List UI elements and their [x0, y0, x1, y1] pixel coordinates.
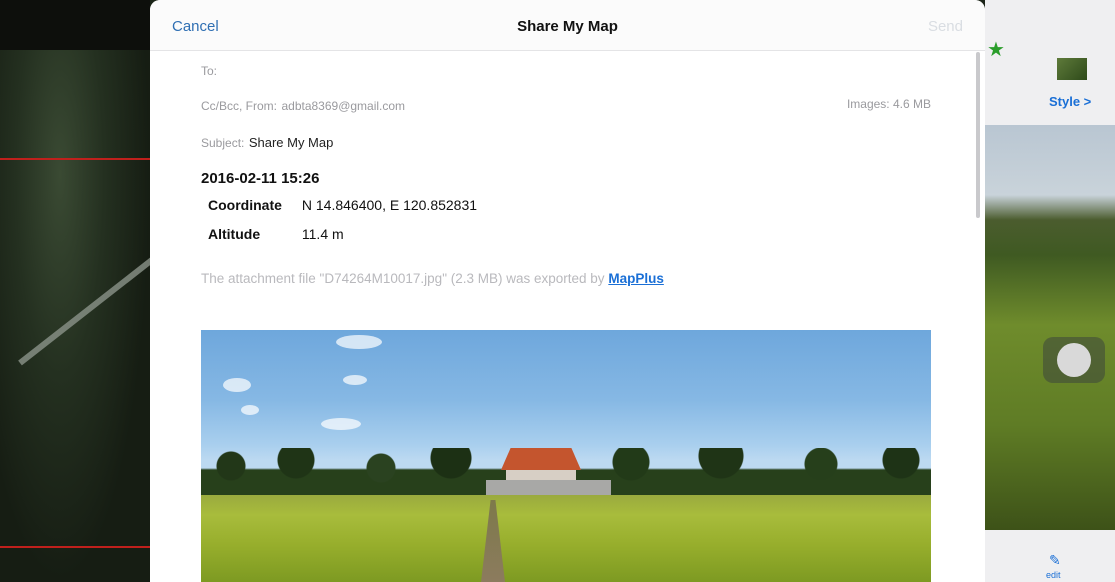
maplus-link[interactable]: MapPlus	[608, 271, 664, 286]
attachment-note-text: The attachment file "D74264M10017.jpg" (…	[201, 271, 605, 286]
background-bottom-bar: ✎ edit	[985, 530, 1115, 582]
images-size-indicator[interactable]: Images: 4.6 MB	[847, 97, 931, 111]
star-icon[interactable]: ★	[987, 40, 1005, 60]
attachment-note: The attachment file "D74264M10017.jpg" (…	[201, 271, 664, 286]
images-label: Images:	[846, 97, 890, 111]
compose-title: Share My Map	[517, 18, 618, 35]
from-email: adbta8369@gmail.com	[281, 99, 406, 113]
cc-from-field[interactable]: Cc/Bcc, From: adbta8369@gmail.com	[201, 97, 405, 115]
edit-button[interactable]: edit	[1046, 570, 1061, 580]
date-heading: 2016-02-11 15:26	[201, 170, 320, 187]
coordinate-label: Coordinate	[208, 197, 282, 213]
toggle-switch[interactable]	[1043, 337, 1105, 383]
cloud	[241, 405, 259, 415]
house-annex	[486, 480, 611, 496]
coordinate-value: N 14.846400, E 120.852831	[301, 197, 478, 213]
subject-label: Subject:	[201, 136, 245, 150]
cloud	[223, 378, 251, 392]
route-line	[0, 546, 150, 548]
altitude-value: 11.4 m	[301, 226, 344, 242]
coordinate-row: Coordinate N 14.846400, E 120.852831	[208, 197, 477, 213]
rice-field	[201, 495, 931, 582]
background-toolbar: ★ Style >	[985, 0, 1115, 125]
background-photo	[985, 125, 1115, 530]
pencil-icon[interactable]: ✎	[1049, 552, 1061, 569]
cc-from-label: Cc/Bcc, From:	[201, 99, 278, 113]
altitude-row: Altitude 11.4 m	[208, 226, 344, 242]
compose-navbar: Cancel Share My Map Send	[150, 0, 985, 51]
images-size: 4.6 MB	[892, 97, 931, 111]
cloud	[321, 418, 361, 430]
to-label: To:	[201, 64, 218, 78]
house-roof	[501, 448, 581, 470]
attached-photo[interactable]	[201, 330, 931, 582]
map-background	[0, 0, 164, 582]
mail-compose-sheet: Cancel Share My Map Send To: Cc/Bcc, Fro…	[150, 0, 985, 582]
route-line	[0, 158, 150, 160]
cloud	[343, 375, 367, 385]
style-button[interactable]: Style >	[1049, 94, 1091, 109]
subject-field[interactable]: Subject: Share My Map	[201, 134, 333, 152]
subject-value: Share My Map	[248, 135, 334, 150]
background-panel: ★ Style > ✎ edit	[985, 0, 1115, 582]
cloud	[336, 335, 382, 349]
scrollbar[interactable]	[976, 52, 980, 218]
send-button[interactable]: Send	[928, 18, 963, 35]
to-field[interactable]: To:	[201, 62, 217, 80]
map-thumbnail-icon[interactable]	[1057, 58, 1087, 80]
road	[18, 249, 164, 366]
altitude-label: Altitude	[208, 226, 261, 242]
